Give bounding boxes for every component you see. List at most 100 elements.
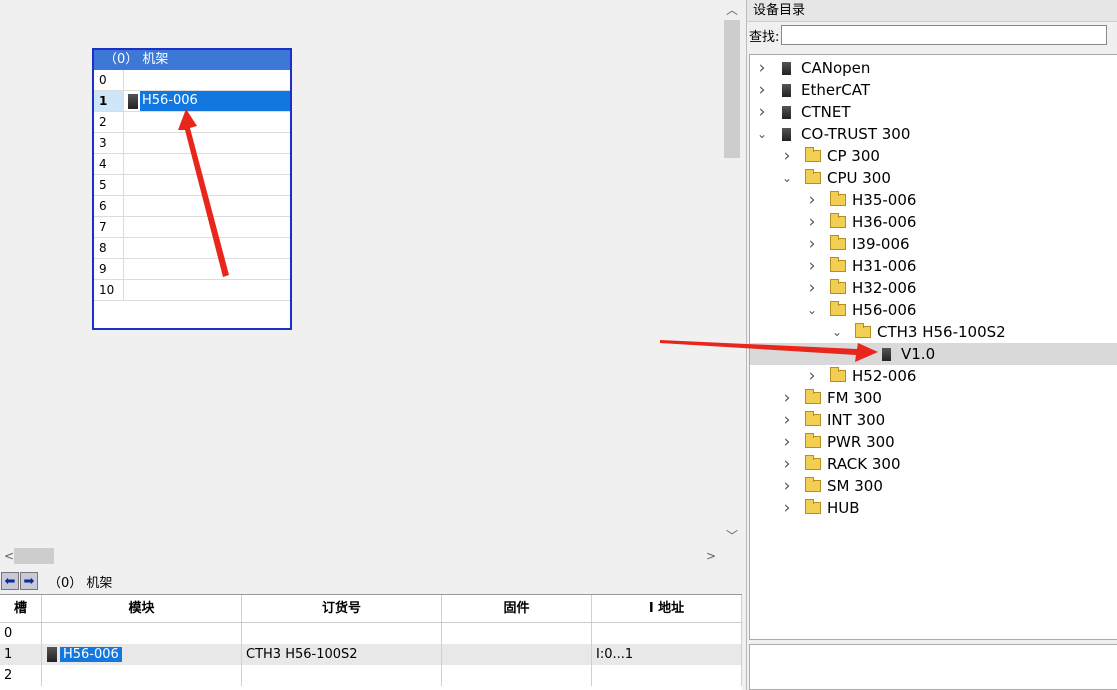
rack-slot-row[interactable]: 3 [94,133,290,154]
table-cell-order[interactable] [242,665,442,686]
tree-item[interactable]: › RACK 300 [781,453,901,475]
rack-slot-cell[interactable] [124,133,290,153]
chevron-right-icon[interactable]: › [781,388,793,408]
table-cell-slot[interactable]: 1 [0,644,42,665]
table-cell-slot[interactable]: 2 [0,665,42,686]
rack-slot-row[interactable]: 8 [94,238,290,259]
tree-item[interactable]: ⌄ CO-TRUST 300 [756,123,910,145]
rack-slot-row[interactable]: 10 [94,280,290,301]
chevron-down-icon[interactable]: ⌄ [806,303,818,317]
tree-item[interactable]: ⌄ CTH3 H56-100S2 [831,321,1006,343]
tree-item[interactable]: V1.0 [750,343,1117,365]
scroll-thumb-horizontal[interactable] [14,548,54,564]
chevron-right-icon[interactable]: › [781,454,793,474]
rack-slot-row[interactable]: 2 [94,112,290,133]
tree-item[interactable]: › H31-006 [806,255,917,277]
chevron-right-icon[interactable]: › [756,58,768,78]
catalog-tree[interactable]: › CANopen › EtherCAT › CTNET ⌄ CO-TRUST 300 › CP … [749,54,1117,640]
tree-item[interactable]: › I39-006 [806,233,910,255]
rack-slot-row[interactable]: 1 H56-006 [94,91,290,112]
rack-slot-cell[interactable] [124,280,290,300]
rack-slot-cell[interactable] [124,217,290,237]
chevron-right-icon[interactable]: › [781,476,793,496]
tree-item[interactable]: › HUB [781,497,860,519]
rack-slot-cell[interactable] [124,238,290,258]
rack-slot-row[interactable]: 6 [94,196,290,217]
chevron-right-icon[interactable]: › [806,190,818,210]
header-module[interactable]: 模块 [42,595,242,622]
chevron-right-icon[interactable]: › [806,278,818,298]
tree-item[interactable]: › H35-006 [806,189,917,211]
tree-item[interactable]: › EtherCAT [756,79,870,101]
chevron-right-icon[interactable]: › [756,80,768,100]
tree-item[interactable]: › SM 300 [781,475,883,497]
scroll-right-icon[interactable]: > [702,546,720,566]
header-firmware[interactable]: 固件 [442,595,592,622]
scroll-thumb[interactable] [724,20,740,158]
table-row[interactable]: 1 H56-006 CTH3 H56-100S2 I:0...1 [0,644,742,665]
rack-slot-row[interactable]: 7 [94,217,290,238]
rack-module-name[interactable]: H56-006 [140,91,290,111]
scroll-up-icon[interactable]: ︿ [722,0,742,18]
rack-slot-cell[interactable] [124,154,290,174]
table-cell-firmware[interactable] [442,665,592,686]
tree-item[interactable]: › H36-006 [806,211,917,233]
table-cell-firmware[interactable] [442,644,592,665]
header-i-address[interactable]: I 地址 [592,595,742,622]
vertical-scrollbar[interactable]: ︿ ﹀ [722,0,742,546]
rack-slot-cell[interactable] [124,175,290,195]
tree-item[interactable]: › H52-006 [806,365,917,387]
table-cell-iaddr[interactable] [592,623,742,644]
table-cell-iaddr[interactable]: I:0...1 [592,644,742,665]
chevron-right-icon[interactable]: › [806,366,818,386]
table-cell-firmware[interactable] [442,623,592,644]
chevron-right-icon[interactable]: › [756,102,768,122]
chevron-down-icon[interactable]: ⌄ [756,127,768,141]
header-slot[interactable]: 槽 [0,595,42,622]
tree-item[interactable]: › FM 300 [781,387,882,409]
table-row[interactable]: 0 [0,623,742,644]
back-arrow-icon[interactable]: ⬅ [1,572,19,590]
chevron-right-icon[interactable]: › [781,432,793,452]
scroll-down-icon[interactable]: ﹀ [722,526,742,544]
chevron-right-icon[interactable]: › [781,498,793,518]
chevron-right-icon[interactable]: › [781,410,793,430]
tree-item[interactable]: ⌄ CPU 300 [781,167,891,189]
rack-slot-cell[interactable]: H56-006 [124,91,290,111]
table-cell-order[interactable]: CTH3 H56-100S2 [242,644,442,665]
rack-slot-cell[interactable] [124,70,290,90]
tree-item[interactable]: › PWR 300 [781,431,895,453]
rack-slot-cell[interactable] [124,196,290,216]
rack-slot-row[interactable]: 0 [94,70,290,91]
chevron-down-icon[interactable]: ⌄ [831,325,843,339]
rack-slot-row[interactable]: 5 [94,175,290,196]
chevron-right-icon[interactable]: › [806,234,818,254]
table-cell-module[interactable] [42,665,242,686]
tree-item[interactable]: › INT 300 [781,409,886,431]
header-order-number[interactable]: 订货号 [242,595,442,622]
tree-item[interactable]: › H32-006 [806,277,917,299]
table-cell-iaddr[interactable] [592,665,742,686]
chevron-right-icon[interactable]: › [781,146,793,166]
table-cell-module[interactable]: H56-006 [42,644,242,665]
table-cell-slot[interactable]: 0 [0,623,42,644]
chevron-right-icon[interactable]: › [806,256,818,276]
chevron-down-icon[interactable]: ⌄ [781,171,793,185]
rack-title[interactable]: （0） 机架 [94,50,290,70]
chevron-right-icon[interactable]: › [806,212,818,232]
rack-slot-row[interactable]: 9 [94,259,290,280]
table-cell-order[interactable] [242,623,442,644]
tree-item[interactable]: › CP 300 [781,145,880,167]
forward-arrow-icon[interactable]: ➡ [20,572,38,590]
tree-item[interactable]: ⌄ H56-006 [806,299,916,321]
search-input[interactable] [781,25,1108,45]
tree-item[interactable]: › CTNET [756,101,851,123]
tree-item[interactable]: › CANopen [756,57,871,79]
rack-window[interactable]: （0） 机架 0 1 H56-006 2 3 4 5 6 7 8 9 10 [92,48,292,330]
table-cell-module[interactable] [42,623,242,644]
rack-slot-cell[interactable] [124,112,290,132]
table-module-name[interactable]: H56-006 [60,647,122,662]
module-table[interactable]: 槽 模块 订货号 固件 I 地址 0 1 H56-006 CTH3 H56-100S2… [0,594,742,690]
rack-slot-row[interactable]: 4 [94,154,290,175]
rack-slot-cell[interactable] [124,259,290,279]
